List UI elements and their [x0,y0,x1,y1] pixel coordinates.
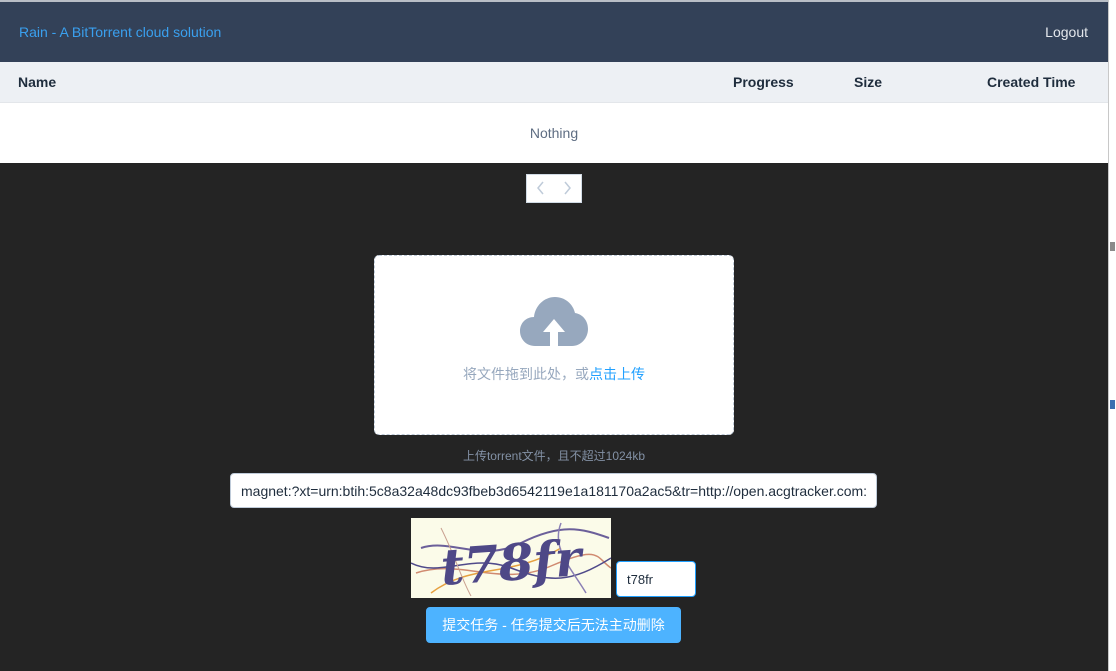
captcha-input[interactable] [616,561,696,597]
captcha-image[interactable]: t78fr [411,518,611,598]
dropzone-drag-text: 将文件拖到此处，或 [463,366,589,382]
chevron-right-icon [564,181,571,195]
edge-mark-top [1110,242,1115,251]
torrent-table-body: Nothing [0,103,1108,163]
column-header-name[interactable]: Name [18,74,56,90]
window-edge [1108,0,1116,671]
column-header-created-time[interactable]: Created Time [987,74,1075,90]
dropzone-click-upload-link[interactable]: 点击上传 [589,366,645,382]
cloud-upload-icon [520,297,588,348]
magnet-link-input[interactable] [230,473,877,508]
empty-table-text: Nothing [529,125,579,141]
top-navbar: Rain - A BitTorrent cloud solution Logou… [0,0,1108,62]
pagination [526,174,582,203]
chevron-left-icon [537,181,544,195]
upload-tip: 上传torrent文件，且不超过1024kb [462,449,646,463]
captcha-text: t78fr [439,528,587,597]
torrent-table-header: Name Progress Size Created Time [0,62,1108,103]
app-title[interactable]: Rain - A BitTorrent cloud solution [19,24,221,40]
submit-task-button[interactable]: 提交任务 - 任务提交后无法主动删除 [426,607,681,643]
pagination-prev-button[interactable] [531,177,551,199]
pagination-next-button[interactable] [557,177,577,199]
torrent-upload-dropzone[interactable]: 将文件拖到此处，或点击上传 [374,255,734,435]
column-header-progress[interactable]: Progress [733,74,794,90]
logout-link[interactable]: Logout [1045,24,1088,40]
dropzone-text: 将文件拖到此处，或点击上传 [375,364,733,384]
column-header-size[interactable]: Size [854,74,882,90]
edge-mark-bottom [1110,400,1115,409]
